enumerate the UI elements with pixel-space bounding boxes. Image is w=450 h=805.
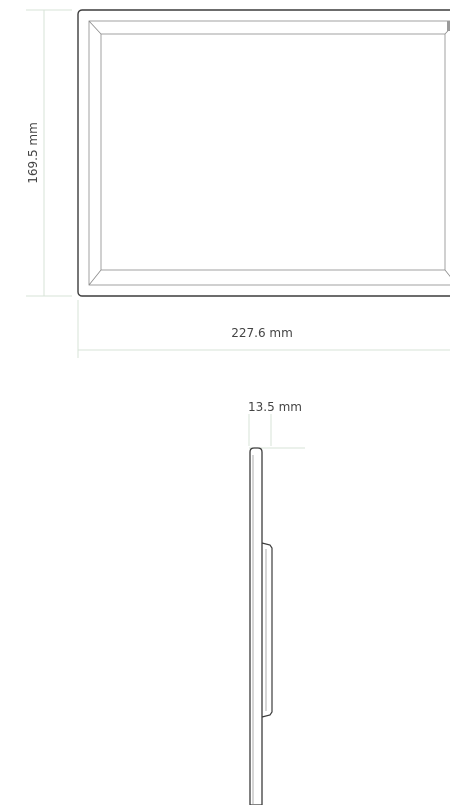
side-view	[249, 447, 273, 805]
height-dimension: 169.5 mm	[26, 9, 72, 297]
width-label: 227.6 mm	[231, 326, 293, 340]
width-dimension: 227.6 mm	[77, 300, 450, 358]
front-view	[77, 9, 450, 297]
front-outer-frame	[77, 9, 450, 297]
depth-label: 13.5 mm	[248, 400, 302, 414]
height-label: 169.5 mm	[26, 122, 40, 184]
depth-dimension: 13.5 mm	[248, 400, 305, 449]
side-rear-mount	[261, 542, 273, 718]
side-body	[249, 447, 263, 805]
tablet-dimension-drawing: 169.5 mm 227.6 mm 13.5 mm	[26, 9, 450, 805]
